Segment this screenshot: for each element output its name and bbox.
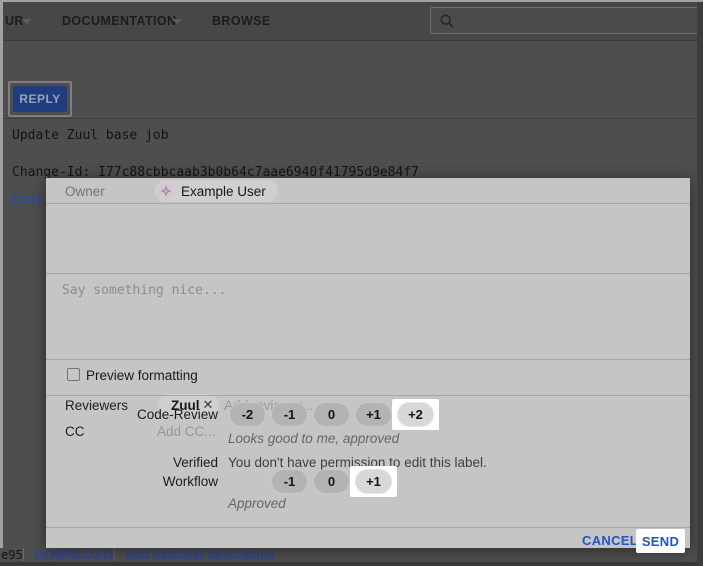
code-review-minus1-button[interactable]: -1: [271, 402, 308, 427]
code-review-description: Looks good to me, approved: [228, 431, 399, 446]
search-input[interactable]: [461, 12, 701, 29]
selected-score-highlight: +1: [350, 466, 397, 497]
code-review-label: Code-Review: [46, 407, 218, 422]
bottom-dark-strip: [0, 562, 703, 566]
patchset-footer: e95 DOWNLOAD Add patchset description: [0, 548, 703, 562]
preview-formatting-checkbox[interactable]: [67, 368, 80, 381]
code-review-minus2-button[interactable]: -2: [229, 402, 266, 427]
commit-message-title: Update Zuul base job: [12, 128, 169, 143]
reply-message-textarea[interactable]: [56, 277, 680, 355]
pill-spacer: [229, 469, 266, 494]
search-box[interactable]: [430, 7, 702, 34]
divider: [23, 548, 24, 561]
reply-button[interactable]: REPLY: [13, 86, 67, 112]
window-frame-left: [0, 0, 3, 548]
workflow-label: Workflow: [46, 474, 218, 489]
top-nav-bar: UR DOCUMENTATION BROWSE: [0, 0, 703, 41]
divider: [46, 359, 690, 360]
owner-chip-name: Example User: [181, 184, 266, 199]
window-edge-right: [697, 0, 703, 566]
code-review-plus1-button[interactable]: +1: [355, 402, 392, 427]
code-review-plus2-button[interactable]: +2: [397, 402, 434, 427]
workflow-minus1-button[interactable]: -1: [271, 469, 308, 494]
reply-dialog: Owner Example User Reviewers Zuul ✕ CC P…: [46, 178, 690, 548]
code-review-zero-button[interactable]: 0: [313, 402, 350, 427]
owner-label: Owner: [65, 184, 105, 199]
divider: [46, 273, 690, 274]
cancel-button[interactable]: CANCEL: [582, 533, 638, 548]
workflow-description: Approved: [228, 496, 286, 511]
search-icon: [439, 13, 455, 29]
reply-button-focus-ring: REPLY: [8, 81, 72, 117]
divider: [46, 395, 690, 396]
send-button[interactable]: SEND: [642, 534, 679, 549]
nav-item-browse[interactable]: BROWSE: [212, 14, 271, 28]
edit-link[interactable]: EDIT: [12, 192, 43, 207]
workflow-plus1-button[interactable]: +1: [355, 469, 392, 494]
workflow-row: Workflow -1 0 +1: [46, 468, 392, 494]
divider: [46, 203, 690, 204]
divider: [0, 118, 703, 119]
window-frame-top: [0, 0, 703, 2]
send-button-focus: SEND: [636, 529, 685, 553]
sha-fragment: e95: [1, 548, 23, 562]
divider: [46, 527, 690, 528]
avatar: [158, 183, 174, 199]
download-link[interactable]: DOWNLOAD: [35, 548, 112, 562]
nav-item-documentation[interactable]: DOCUMENTATION: [62, 14, 176, 28]
owner-chip[interactable]: Example User: [155, 180, 278, 202]
chevron-down-icon: [22, 19, 32, 24]
code-review-row: Code-Review -2 -1 0 +1 +2: [46, 401, 434, 427]
chevron-down-icon: [172, 19, 182, 24]
workflow-zero-button[interactable]: 0: [313, 469, 350, 494]
add-patchset-description-link[interactable]: Add patchset description: [125, 548, 275, 562]
selected-score-highlight: +2: [392, 399, 439, 430]
gerrit-reply-screen: UR DOCUMENTATION BROWSE REPLY Update Zuu…: [0, 0, 703, 566]
preview-formatting-label: Preview formatting: [86, 368, 198, 383]
divider: [114, 548, 115, 561]
